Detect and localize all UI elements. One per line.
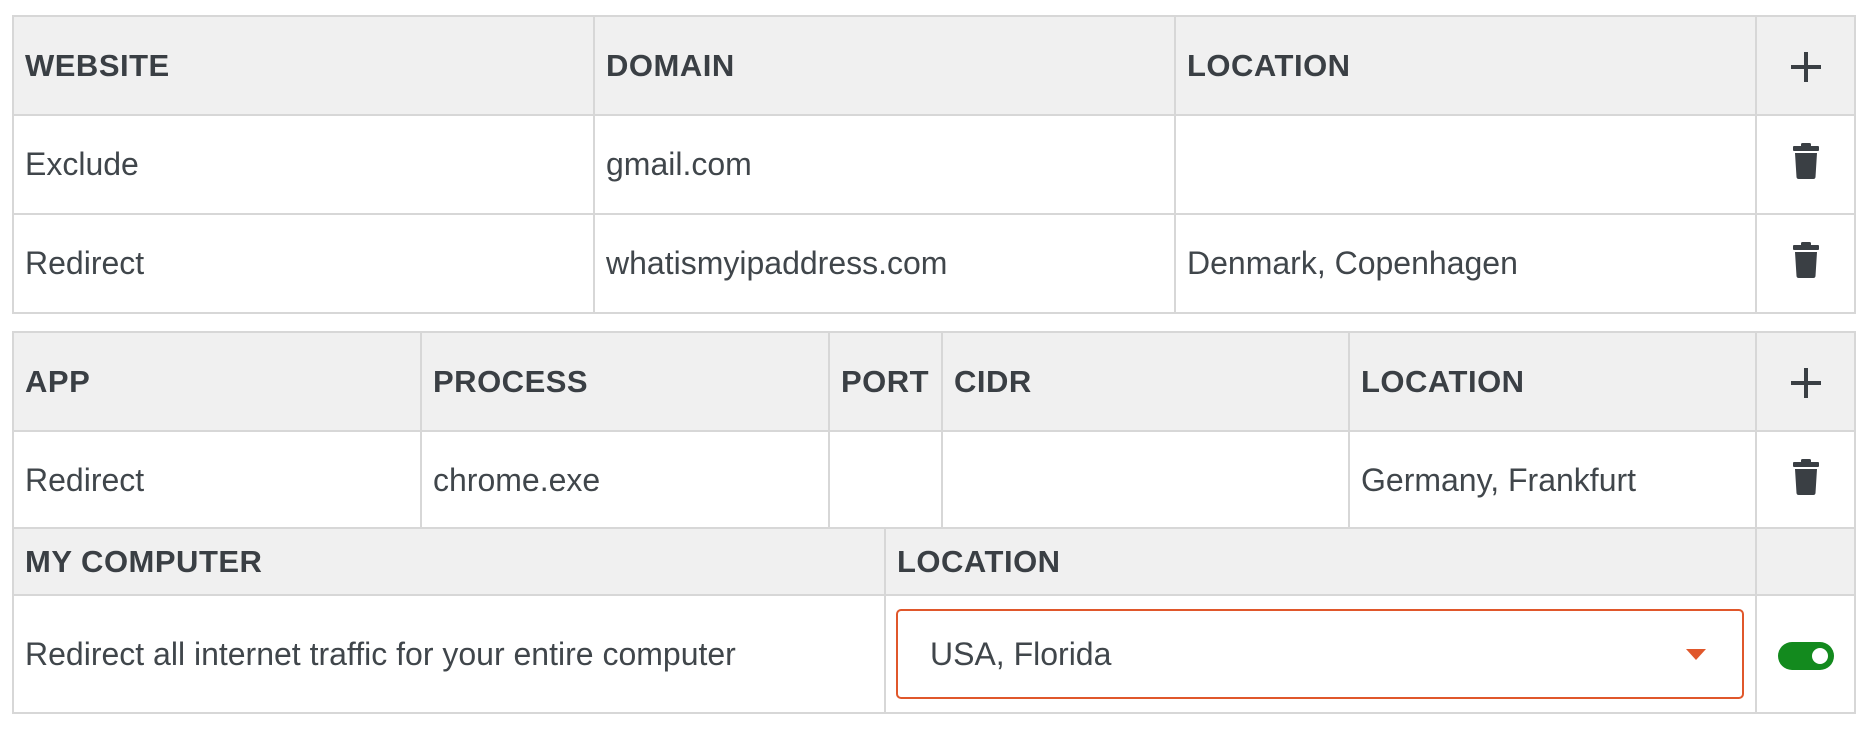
table-row: Redirect chrome.exe Germany, Frankfurt [12,430,1856,531]
redirect-computer-toggle[interactable] [1777,642,1834,671]
website-rule-type: Exclude [12,114,595,215]
my-computer-table: MY COMPUTER LOCATION Redirect all intern… [12,527,1856,714]
website-location [1174,114,1757,215]
app-cidr [941,430,1350,531]
table-header-row: APP PROCESS PORT CIDR LOCATION [12,331,1856,432]
toggle-knob [1811,648,1828,665]
location-column-header: LOCATION [1348,331,1757,432]
app-port [828,430,943,531]
location-column-header: LOCATION [884,527,1757,596]
computer-description: Redirect all internet traffic for your e… [12,594,886,714]
toggle-cell [1755,594,1856,714]
table-row: Redirect all internet traffic for your e… [12,594,1856,714]
location-column-header: LOCATION [1174,15,1757,116]
website-location: Denmark, Copenhagen [1174,213,1757,314]
websites-table: WEBSITE DOMAIN LOCATION Exclude gmail.co… [12,15,1856,314]
trash-icon[interactable] [1792,458,1819,503]
website-rule-type: Redirect [12,213,595,314]
domain-column-header: DOMAIN [593,15,1176,116]
website-column-header: WEBSITE [12,15,595,116]
cidr-column-header: CIDR [941,331,1350,432]
delete-cell [1755,114,1856,215]
port-column-header: PORT [828,331,943,432]
plus-icon[interactable] [1790,368,1821,399]
empty-header-cell [1755,527,1856,596]
plus-icon[interactable] [1790,52,1821,83]
trash-icon[interactable] [1792,142,1819,187]
caret-down-icon [1686,648,1706,660]
website-domain: gmail.com [593,114,1176,215]
website-domain: whatismyipaddress.com [593,213,1176,314]
add-app-cell [1755,331,1856,432]
table-row: Redirect whatismyipaddress.com Denmark, … [12,213,1856,314]
delete-cell [1755,213,1856,314]
add-website-cell [1755,15,1856,116]
location-select-value: USA, Florida [930,635,1112,672]
location-select[interactable]: USA, Florida [896,609,1744,699]
location-select-cell: USA, Florida [884,594,1757,714]
table-header-row: WEBSITE DOMAIN LOCATION [12,15,1856,116]
split-tunneling-panel: WEBSITE DOMAIN LOCATION Exclude gmail.co… [0,0,1866,731]
apps-table: APP PROCESS PORT CIDR LOCATION Redirect … [12,331,1856,531]
delete-cell [1755,430,1856,531]
process-column-header: PROCESS [420,331,830,432]
table-row: Exclude gmail.com [12,114,1856,215]
app-column-header: APP [12,331,422,432]
table-header-row: MY COMPUTER LOCATION [12,527,1856,596]
app-rule-type: Redirect [12,430,422,531]
trash-icon[interactable] [1792,241,1819,286]
my-computer-column-header: MY COMPUTER [12,527,886,596]
app-process: chrome.exe [420,430,830,531]
app-location: Germany, Frankfurt [1348,430,1757,531]
